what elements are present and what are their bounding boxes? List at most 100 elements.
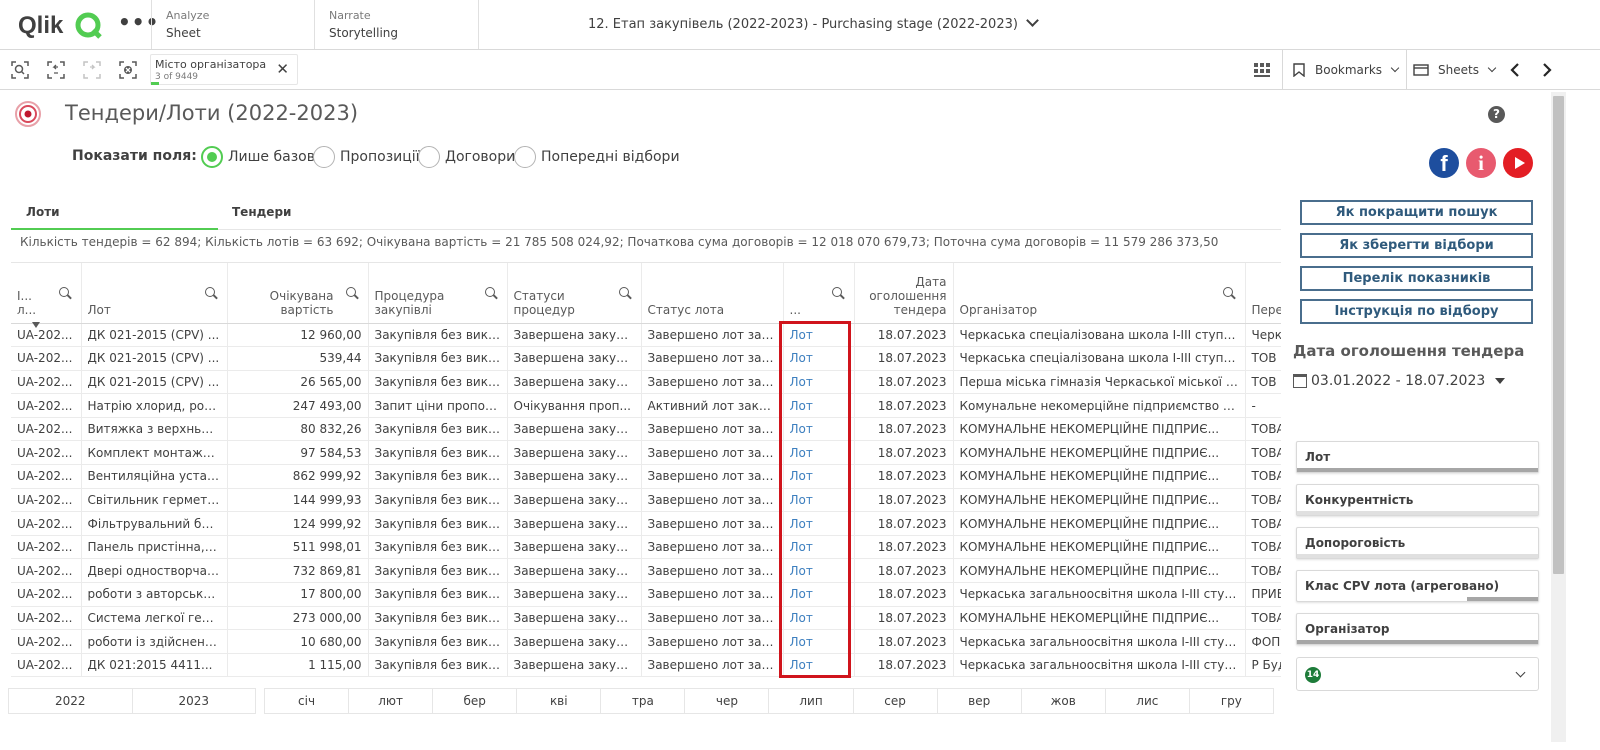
col-header-type[interactable]: ... — [783, 263, 855, 324]
table-cell[interactable]: Завершена закупі... — [507, 346, 642, 371]
table-cell[interactable]: 18.07.2023 — [854, 535, 954, 560]
table-cell[interactable]: 18.07.2023 — [854, 323, 954, 348]
table-cell[interactable]: Р Буд — [1245, 653, 1281, 678]
table-cell[interactable]: КОМУНАЛЬНЕ НЕКОМЕРЦІЙНЕ ПІДПРИЄ... — [953, 488, 1246, 513]
selection-instructions-button[interactable]: Інструкція по відбору — [1300, 299, 1533, 324]
table-row[interactable]: UA-202... Фільтрувальний бло... 124 999,92… — [11, 511, 1281, 536]
month-option[interactable]: лип — [769, 689, 854, 713]
table-cell[interactable]: 273 000,00 — [227, 606, 369, 631]
month-option[interactable]: кві — [517, 689, 602, 713]
col-header-expected-value[interactable]: Очікувана вартість — [227, 263, 369, 324]
table-cell[interactable]: UA-202... — [11, 323, 82, 348]
search-icon[interactable] — [345, 287, 358, 299]
table-cell[interactable]: Черкаська спеціалізована школа І-ІІІ сту… — [953, 323, 1246, 348]
table-cell[interactable]: Закупівля без вико... — [368, 653, 508, 678]
table-cell[interactable]: 18.07.2023 — [854, 440, 954, 466]
table-cell[interactable]: Система легкої гер... — [81, 606, 228, 631]
table-cell[interactable]: 26 565,00 — [227, 370, 369, 395]
table-cell[interactable]: Завершена закупі... — [507, 629, 642, 654]
table-cell[interactable]: 18.07.2023 — [854, 511, 954, 536]
month-option[interactable]: тра — [601, 689, 686, 713]
table-cell[interactable]: Світильник герметі... — [81, 488, 228, 513]
table-cell[interactable]: Витяжка з верхньої ... — [81, 417, 228, 442]
year-option[interactable]: 2023 — [133, 689, 256, 713]
table-cell[interactable]: UA-202... — [11, 558, 82, 584]
table-cell[interactable]: ФОП — [1245, 629, 1281, 654]
table-cell[interactable]: Завершено лот зак... — [641, 653, 784, 678]
table-cell[interactable]: 18.07.2023 — [854, 558, 954, 584]
col-header-announce-date[interactable]: Дата оголошення тендера — [854, 263, 954, 324]
table-cell[interactable]: Завершено лот зак... — [641, 370, 784, 395]
table-cell[interactable]: 18.07.2023 — [854, 488, 954, 513]
table-cell[interactable]: Закупівля без вико... — [368, 606, 508, 631]
table-cell[interactable]: Очікування проп... — [507, 393, 642, 418]
table-cell[interactable]: Завершена закупі... — [507, 582, 642, 607]
scrollbar-thumb[interactable] — [1553, 96, 1564, 574]
tab-tenders[interactable]: Тендери — [232, 205, 291, 219]
search-icon[interactable] — [58, 287, 71, 299]
table-cell[interactable]: UA-202... — [11, 511, 82, 536]
table-row[interactable]: UA-202... ДК 021:2015 4411... 1 115,00 Заку… — [11, 653, 1281, 678]
table-cell[interactable]: Завершено лот зак... — [641, 535, 784, 560]
radio-contracts[interactable]: Договори — [418, 145, 515, 169]
table-cell[interactable]: КОМУНАЛЬНЕ НЕКОМЕРЦІЙНЕ ПІДПРИЄ... — [953, 417, 1246, 442]
table-cell[interactable]: Комунальне некомерційне підприємство "Ч.… — [953, 393, 1246, 418]
sheets-button[interactable]: Sheets — [1413, 50, 1497, 90]
filter-organizer[interactable]: Організатор — [1296, 613, 1539, 645]
month-option[interactable]: бер — [433, 689, 518, 713]
table-cell[interactable]: Завершена закупі... — [507, 323, 642, 348]
qlik-logo[interactable]: Qlik — [18, 9, 104, 41]
col-header-lot[interactable]: Лот — [81, 263, 228, 324]
table-cell[interactable]: Завершено лот зак... — [641, 511, 784, 536]
table-cell[interactable]: Закупівля без вико... — [368, 370, 508, 395]
table-cell[interactable]: ТОВА — [1245, 558, 1281, 584]
col-header-organizer[interactable]: Організатор — [953, 263, 1246, 324]
table-cell[interactable]: 124 999,92 — [227, 511, 369, 536]
table-row[interactable]: UA-202... Вентиляційна устан... 862 999,92… — [11, 464, 1281, 489]
table-cell[interactable]: UA-202... — [11, 653, 82, 678]
selection-chip[interactable]: Місто організатора 3 of 9449 ✕ — [150, 54, 298, 85]
table-cell[interactable]: Завершено лот зак... — [641, 558, 784, 584]
month-option[interactable]: лис — [1106, 689, 1190, 713]
table-cell[interactable]: 18.07.2023 — [854, 417, 954, 442]
table-cell[interactable]: Вентиляційна устан... — [81, 464, 228, 489]
next-sheet-icon[interactable] — [1541, 63, 1553, 77]
table-cell[interactable]: Завершена закупі... — [507, 488, 642, 513]
table-cell[interactable]: Завершена закупі... — [507, 558, 642, 584]
table-cell[interactable]: 732 869,81 — [227, 558, 369, 584]
table-cell[interactable]: 247 493,00 — [227, 393, 369, 418]
table-row[interactable]: UA-202... ДК 021-2015 (CPV) ... 539,44 Заку… — [11, 346, 1281, 371]
table-cell[interactable]: UA-202... — [11, 629, 82, 654]
filter-lot[interactable]: Лот — [1296, 441, 1539, 473]
col-header-lot-status[interactable]: Статус лота — [641, 263, 784, 324]
grid-view-icon[interactable] — [1252, 60, 1272, 80]
radio-proposals[interactable]: Пропозиції — [313, 145, 420, 169]
bookmarks-button[interactable]: Bookmarks — [1293, 50, 1400, 90]
table-cell[interactable]: Натрію хлорид, роз... — [81, 393, 228, 418]
facebook-icon[interactable]: f — [1429, 148, 1459, 178]
table-cell[interactable]: КОМУНАЛЬНЕ НЕКОМЕРЦІЙНЕ ПІДПРИЄ... — [953, 535, 1246, 560]
table-cell[interactable]: 18.07.2023 — [854, 629, 954, 654]
table-cell[interactable]: ПРИВ — [1245, 582, 1281, 607]
table-cell[interactable]: Завершена закупі... — [507, 370, 642, 395]
analyze-tab[interactable]: Analyze Sheet — [151, 0, 314, 49]
table-cell[interactable]: Комплект монтажн... — [81, 440, 228, 466]
table-cell[interactable]: ДК 021-2015 (CPV) ... — [81, 323, 228, 348]
table-cell[interactable]: Завершено лот зак... — [641, 323, 784, 348]
app-title[interactable]: 12. Етап закупівель (2022-2023) - Purcha… — [588, 14, 1039, 32]
table-row[interactable]: UA-202... Система легкої гер... 273 000,00… — [11, 606, 1281, 631]
table-cell[interactable]: UA-202... — [11, 582, 82, 607]
table-cell[interactable]: ТОВА — [1245, 606, 1281, 631]
table-row[interactable]: UA-202... Двері одностворчат... 732 869,81… — [11, 558, 1281, 584]
table-cell[interactable]: 12 960,00 — [227, 323, 369, 348]
table-cell[interactable]: Закупівля без вико... — [368, 511, 508, 536]
table-cell[interactable]: Закупівля без вико... — [368, 346, 508, 371]
table-cell[interactable]: Активний лот закуп... — [641, 393, 784, 418]
radio-basic-only[interactable]: Лише базові — [201, 145, 319, 169]
table-cell[interactable]: Закупівля без вико... — [368, 582, 508, 607]
table-cell[interactable]: роботи із здійсненн... — [81, 629, 228, 654]
table-cell[interactable]: Перша міська гімназія Черкаської міської… — [953, 370, 1246, 395]
table-cell[interactable]: ДК 021-2015 (CPV) ... — [81, 370, 228, 395]
table-cell[interactable]: UA-202... — [11, 606, 82, 631]
filter-cpv-class[interactable]: Клас CPV лота (агреговано) — [1296, 570, 1539, 602]
